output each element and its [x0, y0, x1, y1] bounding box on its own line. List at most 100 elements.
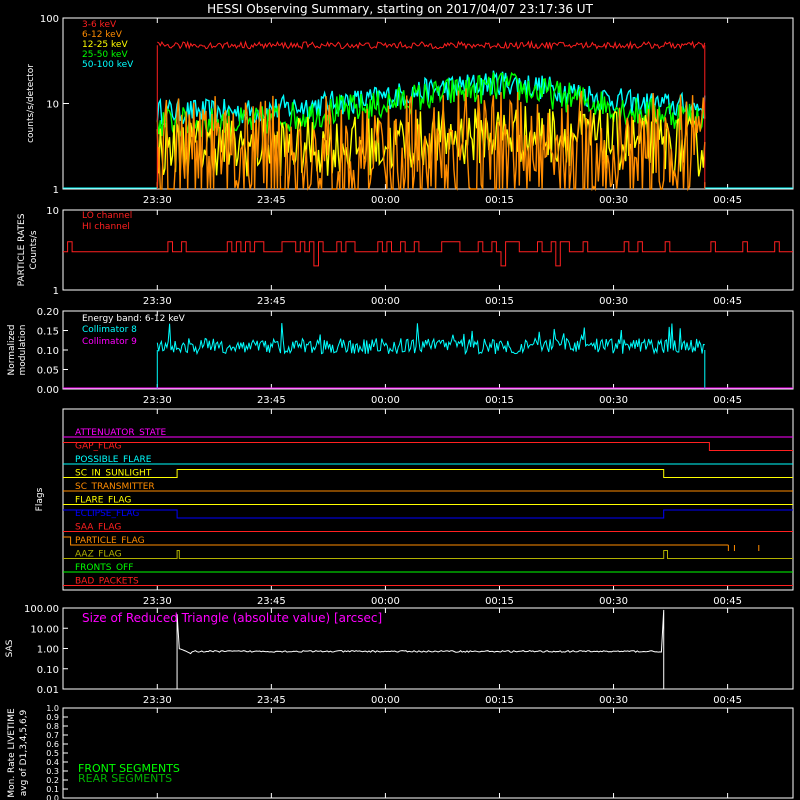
x-tick-label: 00:30: [599, 195, 628, 206]
flag-label: BAD_PACKETS: [75, 577, 139, 587]
x-tick-label: 00:15: [485, 195, 514, 206]
y-tick-label: 0.20: [37, 307, 59, 318]
y-tick-label: 0.0: [46, 794, 59, 800]
legend-entry: HI channel: [82, 222, 130, 232]
flag-particle_flag-line: [63, 536, 729, 546]
x-tick-label: 00:30: [599, 695, 628, 706]
y-axis-label: Mon. Rate LIVETIME: [7, 708, 17, 798]
x-tick-label: 23:45: [257, 195, 286, 206]
y-tick-label: 1.0: [46, 704, 59, 713]
y-axis-label: Counts/s: [29, 230, 39, 269]
y-tick-label: 0.9: [46, 713, 59, 722]
sas-series-label: Size of Reduced Triangle (absolute value…: [82, 611, 382, 625]
flag-label: SC_TRANSMITTER: [75, 482, 155, 492]
panel-5-frame: [62, 707, 794, 799]
y-tick-label: 0.05: [37, 366, 59, 377]
y-tick-label: 0.8: [46, 722, 59, 731]
x-tick-label: 00:00: [371, 395, 400, 406]
flag-aaz_flag-line: [63, 550, 793, 559]
flag-label: SC_IN_SUNLIGHT: [75, 469, 152, 479]
x-tick-label: 23:30: [143, 395, 172, 406]
y-tick-label: 10.00: [30, 624, 59, 635]
x-tick-label: 23:45: [257, 395, 286, 406]
flag-label: ECLIPSE_FLAG: [75, 509, 139, 519]
x-tick-label: 23:45: [257, 695, 286, 706]
y-tick-label: 0.01: [37, 685, 59, 696]
x-tick-label: 00:45: [713, 596, 742, 607]
y-tick-label: 0.4: [46, 758, 59, 767]
y-tick-label: 0.7: [46, 731, 59, 740]
x-tick-label: 00:00: [371, 695, 400, 706]
y-tick-label: 0.00: [37, 385, 59, 396]
y-axis-label: SAS: [5, 639, 15, 657]
legend-entry: REAR SEGMENTS: [78, 772, 172, 785]
x-tick-label: 00:15: [485, 695, 514, 706]
y-tick-label: 0.5: [46, 749, 59, 758]
x-tick-label: 00:15: [485, 596, 514, 607]
x-tick-label: 00:45: [713, 695, 742, 706]
flag-label: POSSIBLE_FLARE: [75, 455, 152, 465]
legend-entry: LO channel: [82, 211, 132, 221]
x-tick-label: 00:30: [599, 395, 628, 406]
x-tick-label: 00:15: [485, 395, 514, 406]
x-tick-label: 00:00: [371, 596, 400, 607]
y-tick-label: 100: [40, 14, 59, 25]
y-tick-label: 1: [53, 185, 59, 196]
legend-entry: 25-50 keV: [82, 50, 128, 60]
y-tick-label: 0.3: [46, 767, 59, 776]
flag-label: AAZ_FLAG: [75, 550, 122, 560]
x-tick-label: 00:30: [599, 596, 628, 607]
flag-gap_flag-line: [63, 442, 793, 451]
legend-entry: 50-100 keV: [82, 60, 134, 70]
series-3-6-keV-line: [157, 39, 706, 51]
flag-eclipse_flag-line: [63, 509, 793, 519]
x-tick-label: 00:15: [485, 296, 514, 307]
y-tick-label: 100.00: [24, 604, 59, 615]
x-tick-label: 00:00: [371, 195, 400, 206]
x-tick-label: 23:30: [143, 195, 172, 206]
flag-sc_in_sunlight-line: [63, 469, 793, 478]
x-tick-label: 23:30: [143, 596, 172, 607]
legend-entry: 3-6 keV: [82, 20, 117, 30]
legend-entry: Collimator 9: [82, 337, 137, 347]
flag-label: FRONTS_OFF: [75, 563, 133, 573]
y-axis-label: avg of D1,3,4,5,6,9: [19, 709, 29, 796]
x-tick-label: 00:30: [599, 296, 628, 307]
figure-title: HESSI Observing Summary, starting on 201…: [207, 2, 593, 16]
flag-label: PARTICLE_FLAG: [75, 536, 145, 546]
x-tick-label: 00:45: [713, 195, 742, 206]
y-tick-label: 10: [46, 206, 59, 217]
legend-entry: Collimator 8: [82, 325, 137, 335]
y-tick-label: 1.00: [37, 645, 59, 656]
y-axis-label: Normalized: [7, 324, 17, 375]
y-tick-label: 0.2: [46, 776, 59, 785]
flag-label: FLARE_FLAG: [75, 496, 131, 506]
y-axis-label: modulation: [18, 325, 28, 376]
x-tick-label: 23:30: [143, 695, 172, 706]
y-tick-label: 0.1: [46, 785, 59, 794]
y-tick-label: 0.6: [46, 740, 59, 749]
y-axis-label: PARTICLE RATES: [17, 213, 27, 286]
flag-label: GAP_FLAG: [75, 442, 121, 452]
legend-entry: 6-12 keV: [82, 30, 123, 40]
x-tick-label: 23:30: [143, 296, 172, 307]
panel-3-frame: [62, 408, 794, 591]
y-tick-label: 0.10: [37, 346, 59, 357]
x-tick-label: 23:45: [257, 596, 286, 607]
hessi-summary-figure: HESSI Observing Summary, starting on 201…: [5, 2, 794, 800]
x-tick-label: 00:45: [713, 395, 742, 406]
x-tick-label: 00:45: [713, 296, 742, 307]
flag-label: ATTENUATOR_STATE: [75, 428, 167, 438]
flag-label: SAA_FLAG: [75, 523, 121, 533]
series-collimator-8-line: [156, 323, 705, 356]
y-axis-label: Flags: [35, 487, 45, 511]
y-tick-label: 10: [46, 100, 59, 111]
legend-header: Energy band: 6-12 keV: [82, 314, 186, 324]
y-axis-label: counts/s/detector: [26, 64, 36, 143]
y-tick-label: 0.15: [37, 327, 59, 338]
y-tick-label: 0.10: [37, 665, 59, 676]
legend-entry: 12-25 keV: [82, 40, 128, 50]
y-tick-label: 1: [53, 286, 59, 297]
x-tick-label: 00:00: [371, 296, 400, 307]
series-lo-channel-line: [63, 241, 793, 267]
